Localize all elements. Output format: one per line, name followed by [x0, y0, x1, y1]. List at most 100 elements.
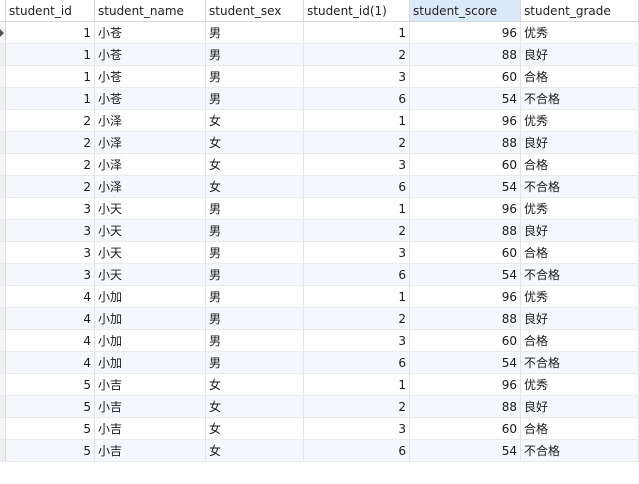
table-row[interactable]: 1 小苍男 3 60 合格	[0, 66, 639, 88]
table-row[interactable]: 3 小天男 2 88 良好	[0, 220, 639, 242]
row-gutter[interactable]	[0, 220, 6, 242]
cell-student-name[interactable]: 小加	[95, 330, 206, 352]
cell-student-id[interactable]: 4	[6, 308, 95, 330]
cell-student-grade[interactable]: 不合格	[521, 176, 639, 198]
row-gutter[interactable]	[0, 264, 6, 286]
cell-student-id[interactable]: 2	[6, 176, 95, 198]
cell-student-id[interactable]: 4	[6, 330, 95, 352]
cell-student-name[interactable]: 小吉	[95, 396, 206, 418]
result-grid[interactable]: student_id student_name student_sex stud…	[0, 0, 639, 484]
cell-student-score[interactable]: 60	[410, 154, 521, 176]
cell-student-grade[interactable]: 优秀	[521, 286, 639, 308]
cell-student-id-1[interactable]: 6	[304, 352, 410, 374]
cell-student-score[interactable]: 96	[410, 22, 521, 44]
cell-student-id-1[interactable]: 1	[304, 22, 410, 44]
cell-student-sex[interactable]: 女	[206, 440, 304, 462]
cell-student-sex[interactable]: 男	[206, 352, 304, 374]
cell-student-name[interactable]: 小加	[95, 286, 206, 308]
table-row[interactable]: 2 小泽女 2 88 良好	[0, 132, 639, 154]
cell-student-sex[interactable]: 男	[206, 198, 304, 220]
cell-student-grade[interactable]: 良好	[521, 308, 639, 330]
cell-student-sex[interactable]: 男	[206, 66, 304, 88]
cell-student-id[interactable]: 5	[6, 396, 95, 418]
row-gutter[interactable]	[0, 88, 6, 110]
row-gutter[interactable]	[0, 66, 6, 88]
cell-student-score[interactable]: 96	[410, 110, 521, 132]
row-gutter[interactable]	[0, 242, 6, 264]
table-row[interactable]: 5 小吉女 3 60 合格	[0, 418, 639, 440]
cell-student-score[interactable]: 60	[410, 242, 521, 264]
column-header-student-score[interactable]: student_score	[410, 0, 521, 22]
row-gutter[interactable]	[0, 308, 6, 330]
cell-student-id[interactable]: 5	[6, 440, 95, 462]
cell-student-name[interactable]: 小天	[95, 220, 206, 242]
cell-student-grade[interactable]: 合格	[521, 154, 639, 176]
cell-student-score[interactable]: 88	[410, 44, 521, 66]
cell-student-id[interactable]: 2	[6, 132, 95, 154]
cell-student-name[interactable]: 小天	[95, 242, 206, 264]
cell-student-id[interactable]: 3	[6, 264, 95, 286]
row-gutter[interactable]	[0, 286, 6, 308]
cell-student-id[interactable]: 3	[6, 198, 95, 220]
row-gutter[interactable]	[0, 132, 6, 154]
cell-student-name[interactable]: 小泽	[95, 154, 206, 176]
table-row[interactable]: 1 小苍男 1 96 优秀	[0, 22, 639, 44]
cell-student-sex[interactable]: 男	[206, 308, 304, 330]
cell-student-sex[interactable]: 女	[206, 374, 304, 396]
cell-student-grade[interactable]: 不合格	[521, 440, 639, 462]
cell-student-name[interactable]: 小加	[95, 352, 206, 374]
cell-student-grade[interactable]: 不合格	[521, 88, 639, 110]
column-header-student-sex[interactable]: student_sex	[206, 0, 304, 22]
cell-student-sex[interactable]: 男	[206, 330, 304, 352]
cell-student-score[interactable]: 88	[410, 220, 521, 242]
cell-student-score[interactable]: 88	[410, 308, 521, 330]
cell-student-id[interactable]: 3	[6, 242, 95, 264]
cell-student-grade[interactable]: 良好	[521, 132, 639, 154]
cell-student-name[interactable]: 小加	[95, 308, 206, 330]
cell-student-score[interactable]: 88	[410, 396, 521, 418]
row-gutter[interactable]	[0, 330, 6, 352]
cell-student-id-1[interactable]: 2	[304, 396, 410, 418]
cell-student-sex[interactable]: 女	[206, 396, 304, 418]
table-row[interactable]: 4 小加男 6 54 不合格	[0, 352, 639, 374]
cell-student-id-1[interactable]: 2	[304, 44, 410, 66]
cell-student-name[interactable]: 小天	[95, 198, 206, 220]
cell-student-score[interactable]: 54	[410, 264, 521, 286]
cell-student-id-1[interactable]: 2	[304, 308, 410, 330]
cell-student-name[interactable]: 小吉	[95, 440, 206, 462]
cell-student-name[interactable]: 小苍	[95, 66, 206, 88]
cell-student-score[interactable]: 60	[410, 66, 521, 88]
row-gutter[interactable]	[0, 440, 6, 462]
cell-student-id-1[interactable]: 1	[304, 286, 410, 308]
cell-student-grade[interactable]: 优秀	[521, 22, 639, 44]
cell-student-id[interactable]: 2	[6, 154, 95, 176]
cell-student-grade[interactable]: 合格	[521, 418, 639, 440]
cell-student-id[interactable]: 2	[6, 110, 95, 132]
cell-student-id[interactable]: 1	[6, 44, 95, 66]
cell-student-id-1[interactable]: 6	[304, 440, 410, 462]
row-gutter[interactable]	[0, 198, 6, 220]
table-row[interactable]: 1 小苍男 2 88 良好	[0, 44, 639, 66]
cell-student-id[interactable]: 4	[6, 286, 95, 308]
cell-student-score[interactable]: 88	[410, 132, 521, 154]
cell-student-score[interactable]: 60	[410, 330, 521, 352]
cell-student-id[interactable]: 1	[6, 66, 95, 88]
cell-student-sex[interactable]: 男	[206, 88, 304, 110]
cell-student-id-1[interactable]: 3	[304, 242, 410, 264]
cell-student-id-1[interactable]: 6	[304, 176, 410, 198]
cell-student-grade[interactable]: 合格	[521, 66, 639, 88]
table-row[interactable]: 4 小加男 3 60 合格	[0, 330, 639, 352]
cell-student-id[interactable]: 3	[6, 220, 95, 242]
cell-student-grade[interactable]: 不合格	[521, 264, 639, 286]
cell-student-sex[interactable]: 女	[206, 176, 304, 198]
cell-student-grade[interactable]: 优秀	[521, 374, 639, 396]
cell-student-grade[interactable]: 优秀	[521, 198, 639, 220]
cell-student-id-1[interactable]: 1	[304, 110, 410, 132]
cell-student-name[interactable]: 小泽	[95, 110, 206, 132]
cell-student-score[interactable]: 54	[410, 88, 521, 110]
cell-student-grade[interactable]: 合格	[521, 242, 639, 264]
row-gutter[interactable]	[0, 418, 6, 440]
row-gutter[interactable]	[0, 176, 6, 198]
table-row[interactable]: 1 小苍男 6 54 不合格	[0, 88, 639, 110]
table-row[interactable]: 5 小吉女 1 96 优秀	[0, 374, 639, 396]
